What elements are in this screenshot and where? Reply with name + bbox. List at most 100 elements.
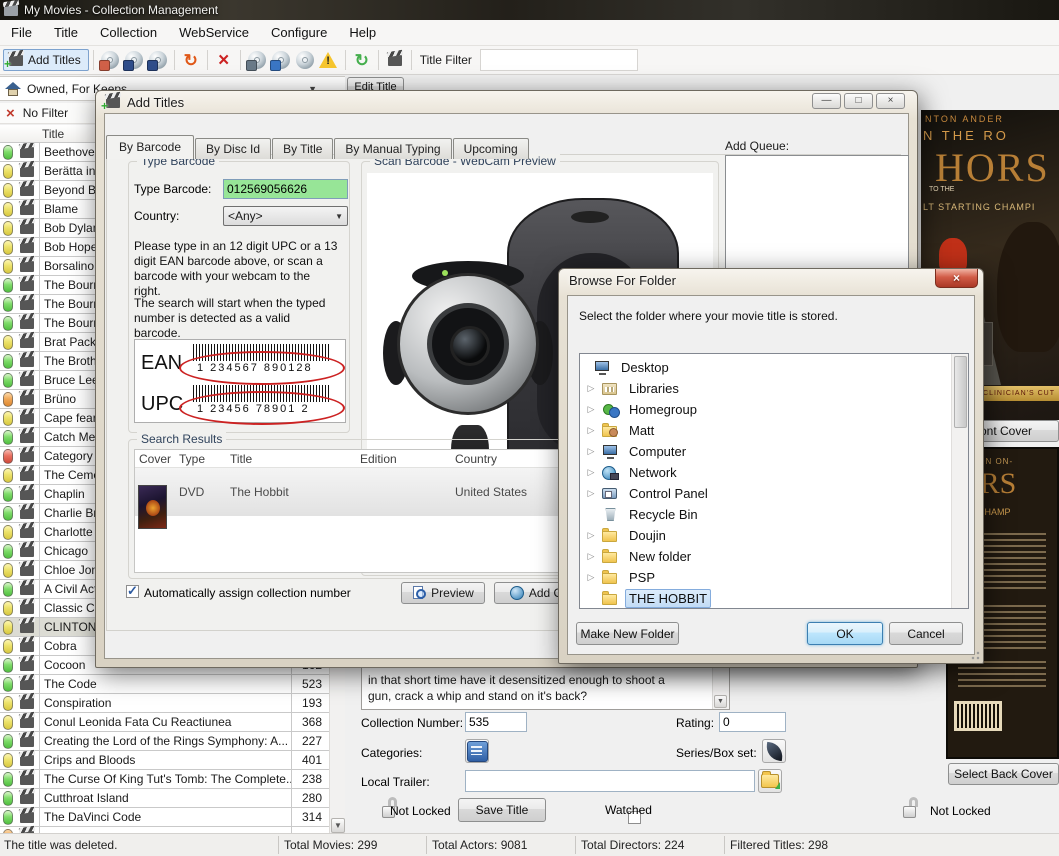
warning-icon[interactable]	[318, 49, 340, 71]
maximize-button[interactable]: □	[844, 93, 873, 109]
table-row[interactable]: The Curse Of King Tut's Tomb: The Comple…	[0, 770, 329, 789]
tree-item-icon	[602, 528, 619, 543]
select-back-cover-button[interactable]: Select Back Cover	[948, 763, 1059, 785]
cover-text: HORS	[935, 144, 1050, 191]
disc-import-icon[interactable]	[123, 49, 145, 71]
rating-input[interactable]	[719, 712, 786, 732]
lock-icon[interactable]	[903, 797, 921, 819]
tree-item[interactable]: ▷ Libraries	[580, 378, 968, 399]
table-row[interactable]: The Code 523	[0, 675, 329, 694]
categories-button[interactable]	[465, 739, 489, 763]
expand-icon[interactable]: ▷	[586, 425, 596, 436]
tab[interactable]: By Manual Typing	[334, 138, 451, 159]
status-pill	[3, 240, 13, 255]
expand-icon[interactable]: ▷	[586, 572, 596, 583]
tree-item[interactable]: ▷ Computer	[580, 441, 968, 462]
add-titles-button[interactable]: Add Titles	[3, 49, 89, 71]
clapper-add-icon	[9, 55, 23, 66]
close-icon[interactable]: ×	[876, 93, 905, 109]
browse-trailer-button[interactable]	[758, 769, 782, 793]
series-button[interactable]	[762, 739, 786, 763]
col-type[interactable]: Type	[179, 452, 205, 466]
tree-item[interactable]: ▷ Doujin	[580, 525, 968, 546]
country-select[interactable]: <Any> ▼	[223, 206, 348, 226]
tree-item[interactable]: ▷ PSP	[580, 567, 968, 588]
table-row[interactable]: The DaVinci Code 314	[0, 808, 329, 827]
expand-icon[interactable]: ▷	[586, 467, 596, 478]
tree-item[interactable]: ▷ Homegroup	[580, 399, 968, 420]
expand-icon[interactable]: ▷	[586, 383, 596, 394]
col-cover[interactable]: Cover	[139, 452, 171, 466]
scrollbar-thumb[interactable]	[954, 356, 967, 428]
tree-scrollbar[interactable]	[951, 354, 968, 608]
barcode-help-text: Please type in an 12 digit UPC or a 13 d…	[134, 239, 340, 299]
tree-item[interactable]: ▷ Network	[580, 462, 968, 483]
number-cell: 193	[291, 694, 326, 712]
make-new-folder-button[interactable]: Make New Folder	[576, 622, 679, 645]
col-title[interactable]: Title	[230, 452, 252, 466]
tree-item[interactable]: ▷ Recycle Bin	[580, 504, 968, 525]
preview-label: Preview	[431, 586, 474, 600]
auto-assign-checkbox[interactable]	[126, 585, 139, 598]
expand-icon[interactable]: ▷	[586, 530, 596, 541]
menu-item[interactable]: Help	[338, 21, 387, 44]
table-row[interactable]: Conspiration 193	[0, 694, 329, 713]
status-pill	[3, 772, 13, 787]
minimize-button[interactable]: —	[812, 93, 841, 109]
status-pill	[3, 753, 13, 768]
tree-item[interactable]: ▷ Control Panel	[580, 483, 968, 504]
menu-item[interactable]: Title	[43, 21, 89, 44]
table-row[interactable]: Conul Leonida Fata Cu Reactiunea 368	[0, 713, 329, 732]
tab[interactable]: By Barcode	[106, 135, 194, 159]
sync-icon[interactable]: ↻	[351, 49, 373, 71]
title-filter-input[interactable]	[480, 49, 638, 71]
movie-icon	[20, 793, 34, 804]
auto-assign-label: Automatically assign collection number	[144, 586, 351, 600]
disc-play-icon[interactable]	[246, 49, 268, 71]
collection-number-input[interactable]	[465, 712, 527, 732]
refresh-icon[interactable]: ↻	[180, 49, 202, 71]
disc-copy-icon[interactable]	[294, 49, 316, 71]
disc-export-icon[interactable]	[147, 49, 169, 71]
disc-web-icon[interactable]	[99, 49, 121, 71]
tab[interactable]: By Disc Id	[195, 138, 271, 159]
menu-item[interactable]: Configure	[260, 21, 338, 44]
tree-item-label: Control Panel	[625, 484, 712, 503]
menu-item[interactable]: File	[0, 21, 43, 44]
col-edition[interactable]: Edition	[360, 452, 397, 466]
resize-grip[interactable]	[970, 650, 980, 660]
cancel-button[interactable]: Cancel	[889, 622, 963, 645]
barcode-input[interactable]	[223, 179, 348, 199]
delete-icon[interactable]: ×	[213, 49, 235, 71]
cover-text: LT STARTING CHAMPI	[923, 202, 1035, 212]
preview-button[interactable]: Preview	[401, 582, 485, 604]
disc-user-icon[interactable]	[270, 49, 292, 71]
tree-item[interactable]: ▷ THE HOBBIT	[580, 588, 968, 609]
menu-item[interactable]: WebService	[168, 21, 260, 44]
table-row[interactable]: Crips and Bloods 401	[0, 751, 329, 770]
expand-icon[interactable]: ▷	[586, 404, 596, 415]
clapper-icon[interactable]	[384, 49, 406, 71]
close-icon[interactable]: ×	[935, 269, 978, 288]
toolbar-separator	[93, 50, 94, 70]
ok-button[interactable]: OK	[807, 622, 883, 645]
table-row[interactable]: Creating the Lord of the Rings Symphony:…	[0, 732, 329, 751]
menu-item[interactable]: Collection	[89, 21, 168, 44]
expand-icon[interactable]: ▷	[586, 551, 596, 562]
table-row[interactable]: Cutthroat Island 280	[0, 789, 329, 808]
tree-item[interactable]: ▷ Desktop	[580, 357, 968, 378]
local-trailer-input[interactable]	[465, 770, 755, 792]
scroll-down-icon[interactable]: ▼	[714, 695, 727, 708]
title-column-label: Title	[42, 127, 64, 141]
expand-icon[interactable]: ▷	[586, 488, 596, 499]
tree-item[interactable]: ▷ New folder	[580, 546, 968, 567]
col-country[interactable]: Country	[455, 452, 497, 466]
tab[interactable]: Upcoming	[453, 138, 529, 159]
total-actors: Total Actors: 9081	[432, 838, 527, 852]
expand-icon[interactable]: ▷	[586, 446, 596, 457]
status-bar: The title was deleted. Total Movies: 299…	[0, 833, 1059, 856]
tree-item[interactable]: ▷ Matt	[580, 420, 968, 441]
tab[interactable]: By Title	[272, 138, 333, 159]
save-title-button[interactable]: Save Title	[458, 798, 546, 822]
scroll-down-icon[interactable]: ▼	[331, 818, 345, 833]
